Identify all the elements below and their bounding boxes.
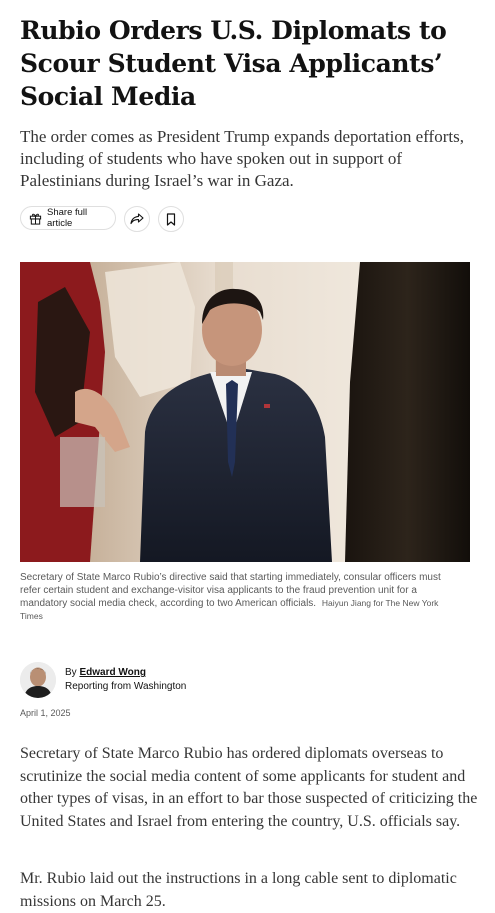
summary: The order comes as President Trump expan… <box>20 127 464 190</box>
gift-icon <box>29 212 42 225</box>
author-avatar[interactable] <box>20 662 56 698</box>
byline-prefix: By <box>65 667 77 678</box>
byline-location: Reporting from Washington <box>65 681 187 692</box>
lead-photo <box>20 262 470 562</box>
share-full-article-button[interactable]: Share full article <box>20 206 116 230</box>
save-button[interactable] <box>158 206 184 232</box>
bookmark-icon <box>166 212 176 226</box>
share-full-article-label: Share full article <box>47 207 88 229</box>
photo-caption: Secretary of State Marco Rubio’s directi… <box>20 571 460 623</box>
publish-date: April 1, 2025 <box>20 708 71 718</box>
byline: By Edward Wong Reporting from Washington <box>65 666 186 694</box>
share-arrow-icon <box>130 213 144 225</box>
share-button[interactable] <box>124 206 150 232</box>
article-actions: Share full article <box>20 206 184 232</box>
body-paragraph-1: Secretary of State Marco Rubio has order… <box>20 745 478 830</box>
author-link[interactable]: Edward Wong <box>79 667 145 678</box>
headline: Rubio Orders U.S. Diplomats to Scour Stu… <box>20 16 447 111</box>
body-paragraph-2: Mr. Rubio laid out the instructions in a… <box>20 870 457 910</box>
